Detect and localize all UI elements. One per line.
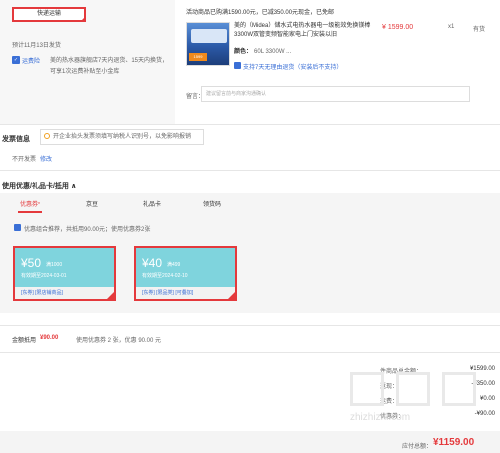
shipping-insurance-desc: 美的热水器旗舰店7天内退货、15天内换货，可享1次运费补贴至小金库 (50, 58, 169, 75)
divider (0, 170, 500, 171)
selected-corner-icon (107, 292, 114, 299)
coupon-card[interactable]: ¥50 满1000 有效期至2024-03-01 [东券] [限店铺商品] (13, 246, 116, 301)
invoice-edit-link[interactable]: 修改 (40, 154, 52, 163)
invoice-type: 不开发票 (12, 157, 37, 163)
tab-pickup-code[interactable]: 领货码 (192, 197, 232, 213)
watermark: zhizhizhi.com (350, 372, 490, 423)
divider (0, 325, 500, 326)
watermark-box (396, 372, 430, 406)
tab-star: * (38, 202, 40, 208)
coupon-tags: [东券] [限店铺商品] (15, 287, 114, 299)
coupon-tags: [东券] [限品类] [可叠加] (136, 287, 235, 299)
watermark-box (350, 372, 384, 406)
tab-coupon[interactable]: 优惠券* (10, 197, 50, 213)
product-title[interactable]: 美的（Midea）储水式电热水器电一级能效免换镁棒3300W双管变频智能家电上门… (234, 22, 374, 40)
tab-label: 领货码 (202, 202, 221, 208)
invoice-note: 开企业抬头发票须填写纳税人识别号，以免影响报销 (40, 129, 204, 145)
product-price: ¥ 1599.00 (382, 24, 414, 31)
product-image-screen (191, 29, 227, 43)
product-color-label: 颜色： (234, 49, 253, 55)
coupon-validity: 有效期至2024-02-10 (142, 273, 188, 279)
promo-text: 活动商品已购满1590.00元，已减350.00元现金，已免邮 (186, 10, 335, 16)
estimated-ship-date: 预计11月13日发货 (12, 43, 61, 49)
total-payable-label: 应付总额： (402, 444, 433, 450)
coupon-card[interactable]: ¥40 满499 有效期至2024-02-10 [东券] [限品类] [可叠加] (134, 246, 237, 301)
coupon-condition: 满1000 (46, 262, 63, 268)
message-input[interactable]: 建议留言前与商家沟通确认 (201, 86, 470, 102)
shield-icon: ✓ (12, 56, 20, 64)
coupon-amount: ¥40 (142, 256, 163, 270)
tab-gift-card[interactable]: 礼品卡 (132, 197, 172, 213)
product-image-badge: 1599 (189, 53, 207, 61)
coupon-section-toggle[interactable]: 使用优惠/礼品卡/抵用 ∧ (2, 181, 77, 191)
coupon-amount: ¥50 (21, 256, 42, 270)
product-color: 颜色： 60L 3300W ... (234, 46, 291, 55)
recommend-text: 优惠组合推荐，共抵用90.00元；使用优惠券2张 (24, 227, 151, 233)
shipping-insurance-label[interactable]: 运费险 (22, 56, 40, 65)
discount-amount-desc: 使用优惠券 2 张，优惠 90.00 元 (76, 338, 162, 344)
total-payable-value: ¥1159.00 (433, 437, 475, 448)
tab-label: 礼品卡 (142, 202, 161, 208)
tab-jingdou[interactable]: 京豆 (72, 197, 112, 213)
divider (0, 352, 500, 353)
stock-status: 有货 (473, 27, 486, 33)
checkout-page: 快递运输 预计11月13日发货 ✓ 运费险 美的热水器旗舰店7天内退货、15天内… (0, 0, 500, 453)
coupon-condition: 满499 (167, 262, 181, 268)
delivery-option-button[interactable]: 快递运输 (12, 7, 86, 22)
tab-label: 京豆 (85, 202, 98, 208)
recommend-checkbox[interactable] (14, 224, 21, 231)
product-image[interactable]: 1599 (186, 22, 230, 66)
watermark-text: zhizhizhi.com (350, 412, 411, 423)
tab-label: 优惠券 (20, 202, 39, 208)
coupon-validity: 有效期至2024-03-01 (21, 273, 67, 279)
discount-amount-label: 金额抵用 (12, 338, 37, 344)
return-policy: 支持7天无理由退货（安装后不支持） (243, 65, 343, 71)
coupon-tabs: 优惠券* 京豆 礼品卡 领货码 (0, 197, 500, 213)
invoice-title: 发票信息 (2, 136, 30, 143)
selected-corner-icon (228, 292, 235, 299)
product-quantity: x1 (448, 24, 455, 30)
product-color-value: 60L 3300W ... (254, 49, 292, 55)
discount-amount-value: ¥90.00 (40, 335, 59, 341)
return-icon (234, 62, 241, 69)
divider (0, 124, 500, 125)
watermark-box (442, 372, 476, 406)
